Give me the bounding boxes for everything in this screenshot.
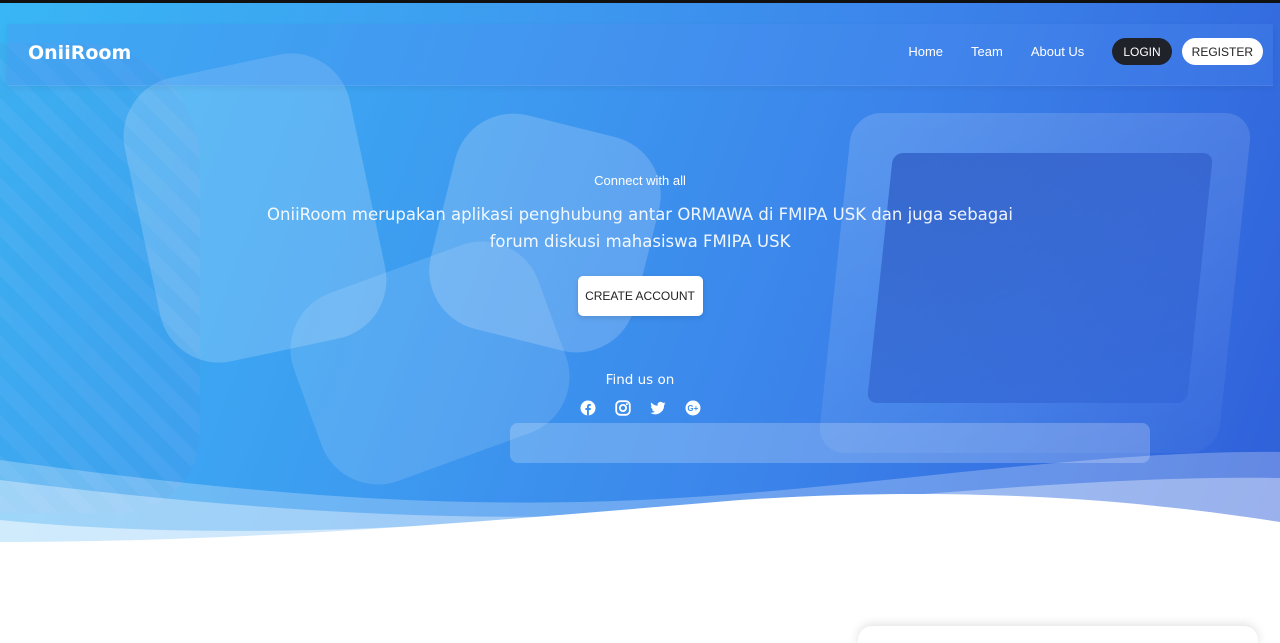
nav-links: Home Team About Us LOGIN REGISTER xyxy=(908,38,1263,65)
nav-link-about-us[interactable]: About Us xyxy=(1031,44,1084,59)
twitter-icon[interactable] xyxy=(649,400,666,416)
navbar: OniiRoom Home Team About Us LOGIN REGIST… xyxy=(7,24,1273,86)
top-border xyxy=(0,0,1280,3)
social-links: G+ xyxy=(0,400,1280,416)
facebook-icon[interactable] xyxy=(580,400,596,416)
landing-page: OniiRoom Home Team About Us LOGIN REGIST… xyxy=(0,0,1280,643)
content-card-edge xyxy=(858,626,1258,643)
login-button[interactable]: LOGIN xyxy=(1112,38,1172,65)
find-us-label: Find us on xyxy=(605,372,675,388)
brand-logo[interactable]: OniiRoom xyxy=(28,42,131,64)
instagram-icon[interactable] xyxy=(614,400,631,416)
nav-link-team[interactable]: Team xyxy=(971,44,1003,59)
register-button[interactable]: REGISTER xyxy=(1181,38,1263,65)
nav-link-home[interactable]: Home xyxy=(908,44,943,59)
hero-content: Connect with all OniiRoom merupakan apli… xyxy=(0,173,1280,416)
hero-eyebrow: Connect with all xyxy=(594,173,686,188)
hero-lead: OniiRoom merupakan aplikasi penghubung a… xyxy=(267,205,1013,251)
create-account-button[interactable]: CREATE ACCOUNT xyxy=(577,276,703,316)
hero-wave-divider xyxy=(0,451,1280,643)
svg-text:G+: G+ xyxy=(687,404,698,413)
google-plus-icon[interactable]: G+ xyxy=(685,400,701,416)
